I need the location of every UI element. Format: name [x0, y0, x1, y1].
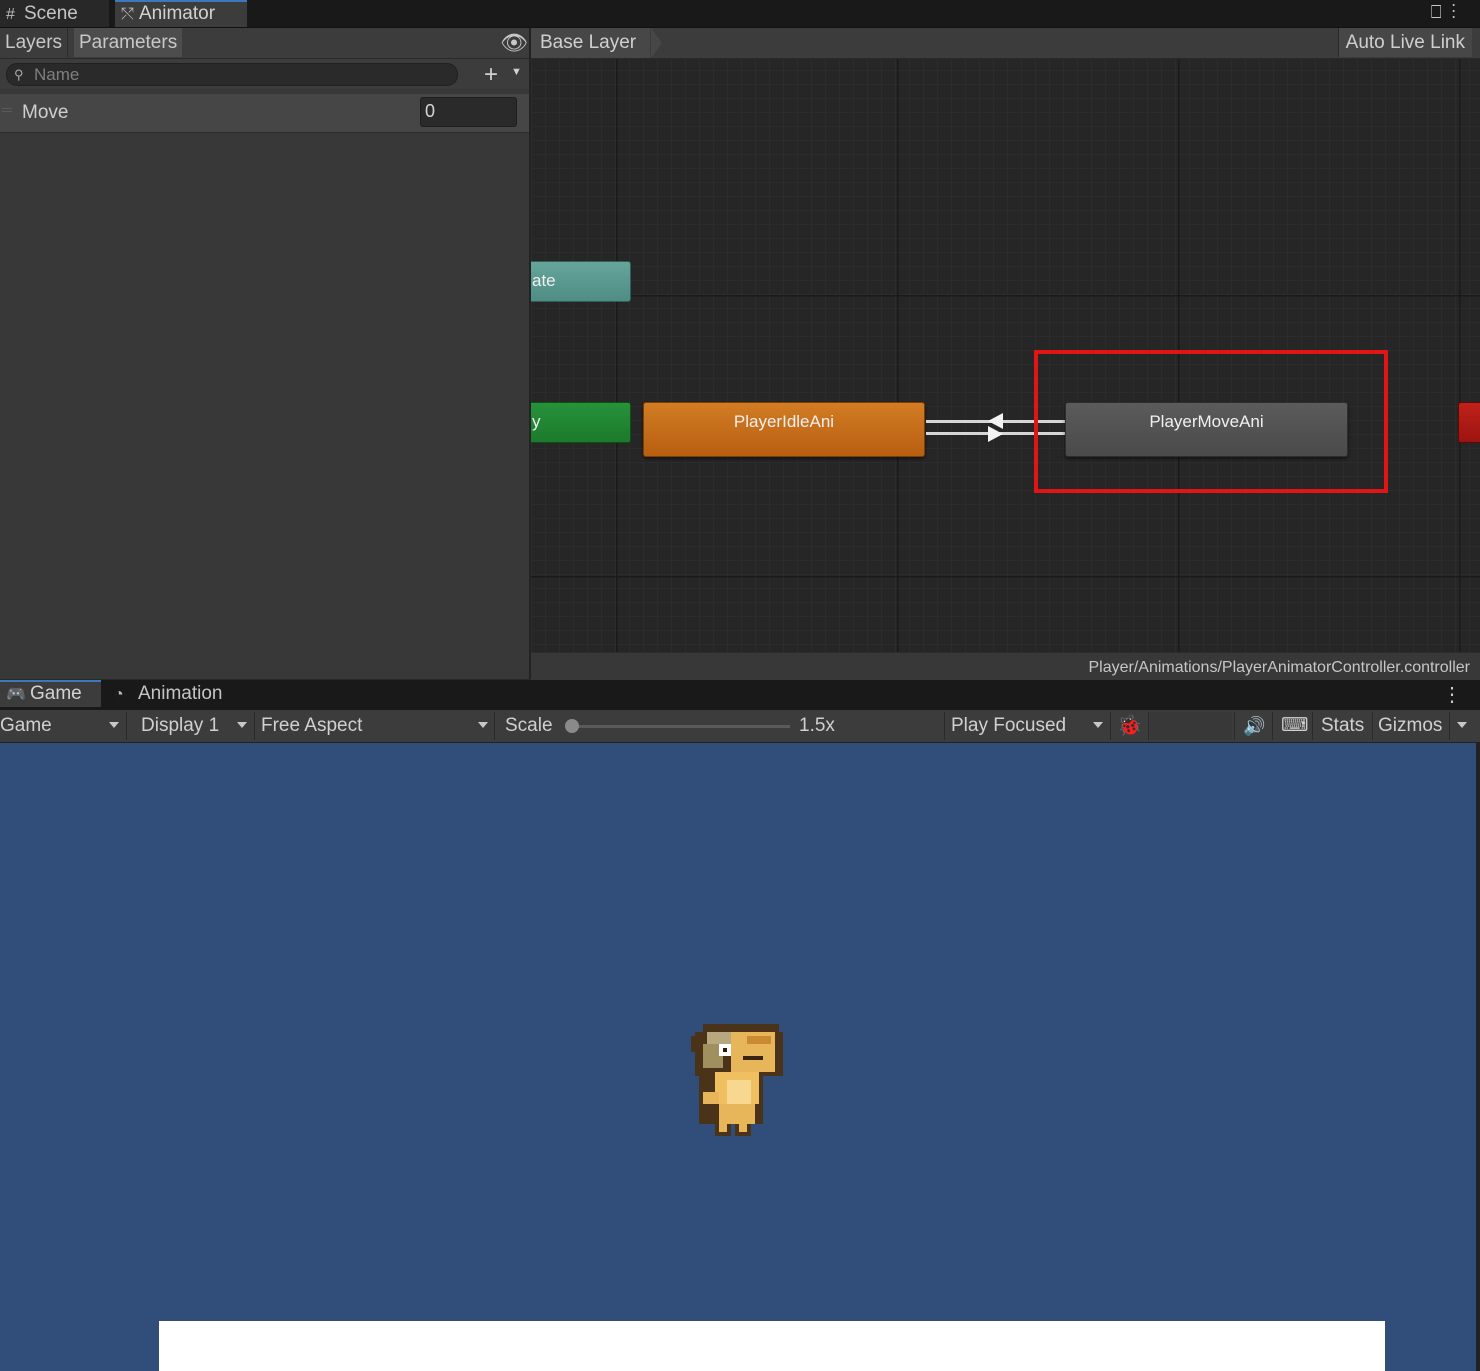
- divider: [1372, 712, 1373, 740]
- search-input[interactable]: ⚲ Name: [6, 63, 458, 86]
- parameters-panel: Layers Parameters 👁 ⚲ Name + ▼ Move 0: [0, 28, 529, 679]
- controller-path-bar: Player/Animations/PlayerAnimatorControll…: [531, 652, 1480, 680]
- game-view[interactable]: [0, 743, 1476, 1371]
- scale-slider-thumb[interactable]: [565, 719, 579, 733]
- window-controls: ⎕⋮: [1431, 2, 1466, 23]
- any-state-node[interactable]: y: [531, 402, 631, 443]
- eye-icon[interactable]: 👁: [500, 30, 528, 56]
- bug-icon[interactable]: 🐞: [1117, 710, 1142, 742]
- game-tab-bar: 🎮 Game ◔ Animation ⋮: [0, 680, 1480, 710]
- divider: [494, 712, 495, 740]
- tab-scene[interactable]: # Scene: [0, 0, 109, 27]
- divider: [126, 712, 127, 740]
- parameter-name: Move: [22, 102, 69, 123]
- animator-graph[interactable]: ate y PlayerIdleAni PlayerMoveAni Base L…: [531, 28, 1480, 652]
- chevron-down-icon[interactable]: [1457, 722, 1467, 728]
- parameter-row[interactable]: Move 0: [0, 94, 529, 133]
- controller-path: Player/Animations/PlayerAnimatorControll…: [1088, 659, 1471, 676]
- stats-button[interactable]: Stats: [1321, 710, 1364, 742]
- breadcrumb-arrow-icon: [651, 28, 662, 58]
- divider: [944, 712, 945, 740]
- speaker-icon[interactable]: 🔊: [1243, 710, 1265, 742]
- divider: [1110, 712, 1111, 740]
- clock-icon: ◔: [114, 686, 124, 703]
- search-icon: ⚲: [14, 67, 24, 82]
- entry-state-node[interactable]: ate: [531, 261, 631, 302]
- editor-tab-bar: # Scene ⤲ Animator ⎕⋮: [0, 0, 1480, 28]
- search-placeholder: Name: [34, 65, 80, 84]
- add-parameter-icon[interactable]: +: [484, 61, 498, 89]
- lock-icon[interactable]: ⎕: [1431, 2, 1452, 22]
- more-vert-icon[interactable]: ⋮: [1452, 2, 1467, 22]
- tab-game[interactable]: 🎮 Game: [0, 680, 101, 707]
- scale-slider-track[interactable]: [572, 725, 790, 728]
- highlight-box: [1034, 350, 1388, 493]
- scale-value: 1.5x: [799, 715, 835, 736]
- grid-icon: #: [6, 6, 15, 23]
- tab-layers[interactable]: Layers: [0, 28, 69, 57]
- divider: [1234, 712, 1235, 740]
- arrow-right-icon: [988, 426, 1003, 442]
- tab-parameters[interactable]: Parameters: [74, 28, 183, 57]
- drag-handle-icon[interactable]: [2, 108, 12, 109]
- scale-label: Scale: [505, 715, 553, 736]
- animator-icon: ⤲: [121, 6, 134, 23]
- gizmos-button[interactable]: Gizmos: [1378, 710, 1442, 742]
- divider: [1148, 712, 1149, 740]
- chevron-down-icon[interactable]: [1093, 722, 1103, 728]
- divider: [1272, 712, 1273, 740]
- divider: [1449, 712, 1450, 740]
- state-node-player-idle[interactable]: PlayerIdleAni: [643, 402, 925, 457]
- auto-live-link-button[interactable]: Auto Live Link: [1337, 28, 1472, 57]
- aspect-dropdown[interactable]: Free Aspect: [261, 710, 362, 742]
- player-sprite: [691, 1024, 783, 1136]
- tab-animation-label: Animation: [138, 683, 223, 704]
- search-row: ⚲ Name + ▼: [0, 59, 529, 89]
- more-vert-icon[interactable]: ⋮: [1442, 682, 1462, 707]
- scrollbar[interactable]: [1476, 743, 1480, 1371]
- game-toolbar: Game Display 1 Free Aspect Scale 1.5x Pl…: [0, 710, 1480, 743]
- tab-animator[interactable]: ⤲ Animator: [115, 0, 247, 27]
- chevron-down-icon[interactable]: [237, 722, 247, 728]
- game-mode-dropdown[interactable]: Game: [0, 710, 52, 742]
- tab-game-label: Game: [30, 683, 82, 704]
- play-mode-dropdown[interactable]: Play Focused: [951, 710, 1066, 742]
- exit-state-node[interactable]: [1458, 402, 1480, 443]
- gamepad-icon: 🎮: [6, 686, 26, 703]
- tab-scene-label: Scene: [24, 3, 78, 24]
- panel-subtabs: Layers Parameters 👁: [0, 28, 529, 59]
- keyboard-icon[interactable]: ⌨: [1281, 710, 1308, 742]
- breadcrumb[interactable]: Base Layer: [531, 28, 651, 58]
- white-panel: [159, 1321, 1385, 1371]
- chevron-down-icon[interactable]: [478, 722, 488, 728]
- parameter-value-field[interactable]: 0: [420, 97, 517, 127]
- display-dropdown[interactable]: Display 1: [141, 710, 219, 742]
- blank-toolbar-space: [1150, 712, 1232, 740]
- tab-animator-label: Animator: [139, 3, 216, 24]
- divider: [254, 712, 255, 740]
- tab-animation[interactable]: ◔ Animation: [108, 680, 248, 707]
- chevron-down-icon[interactable]: ▼: [511, 66, 522, 78]
- chevron-down-icon[interactable]: [109, 722, 119, 728]
- divider: [1312, 712, 1313, 740]
- breadcrumb-bar: Base Layer Auto Live Link: [531, 28, 1480, 59]
